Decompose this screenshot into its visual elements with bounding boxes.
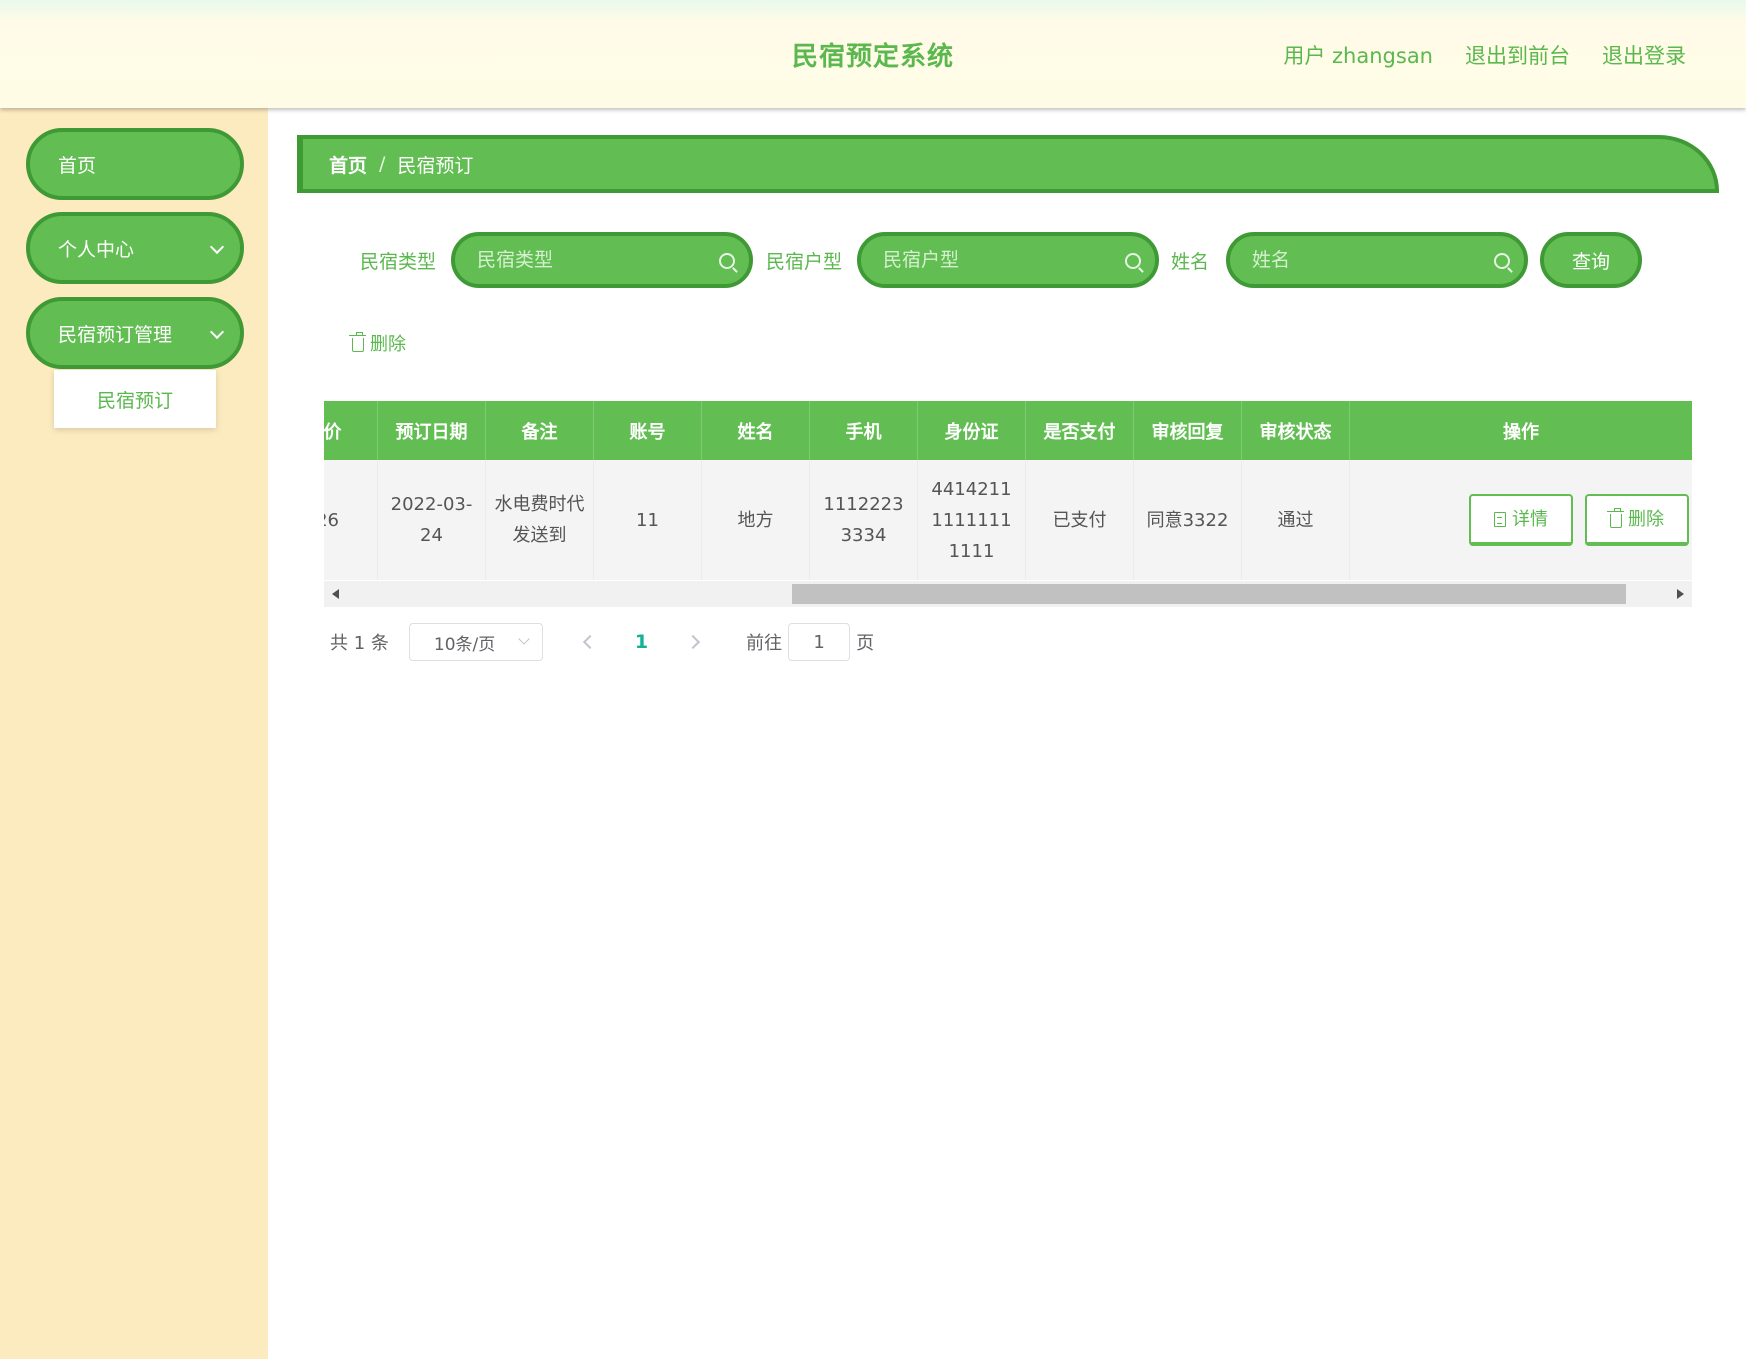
cell-id-card: 441421111111111111 <box>918 460 1026 580</box>
cell-reply: 同意3322 <box>1134 460 1242 580</box>
trash-icon <box>349 331 366 352</box>
column-header: 审核状态 <box>1242 401 1350 460</box>
cell-price: 26 <box>324 460 378 580</box>
logout-link[interactable]: 退出登录 <box>1602 40 1686 70</box>
cell-phone: 11122233334 <box>810 460 918 580</box>
horizontal-scrollbar[interactable] <box>324 581 1692 607</box>
type-search-field[interactable] <box>451 232 753 288</box>
page-size-value: 10条/页 <box>433 634 496 655</box>
breadcrumb-separator: / <box>379 153 386 175</box>
search-icon <box>719 253 735 269</box>
table-header: 总价 预订日期 备注 账号 姓名 手机 身份证 是否支付 审核回复 审核状态 操… <box>324 401 1692 460</box>
sidebar-item-label: 民宿预订管理 <box>58 323 173 346</box>
chevron-down-icon <box>209 239 225 255</box>
row-delete-label: 删除 <box>1628 508 1664 530</box>
header-links: 用户 zhangsan 退出到前台 退出登录 <box>1283 40 1686 70</box>
column-header: 姓名 <box>702 401 810 460</box>
cell-name: 地方 <box>702 460 810 580</box>
scroll-right-icon[interactable] <box>1677 589 1684 599</box>
trash-icon <box>1607 507 1624 528</box>
column-header: 备注 <box>486 401 594 460</box>
layout-input[interactable] <box>861 236 1155 284</box>
cell-date: 2022-03-24 <box>378 460 486 580</box>
sidebar-item-booking-management[interactable]: 民宿预订管理 <box>26 297 244 369</box>
name-label: 姓名 <box>1171 251 1210 273</box>
column-header: 身份证 <box>918 401 1026 460</box>
page-number[interactable]: 1 <box>635 631 648 653</box>
top-header: 民宿预定系统 用户 zhangsan 退出到前台 退出登录 <box>0 0 1746 108</box>
breadcrumb: 首页 / 民宿预订 <box>297 135 1719 193</box>
breadcrumb-home[interactable]: 首页 <box>329 151 367 178</box>
column-header: 账号 <box>594 401 702 460</box>
cell-actions: 详情 删除 <box>1350 460 1692 580</box>
goto-page-input[interactable] <box>788 623 851 661</box>
user-label[interactable]: 用户 zhangsan <box>1283 40 1433 70</box>
type-input[interactable] <box>455 236 749 284</box>
type-label: 民宿类型 <box>360 251 437 273</box>
detail-button-label: 详情 <box>1512 508 1548 530</box>
prev-page-icon[interactable] <box>582 634 597 650</box>
submenu-item-booking[interactable]: 民宿预订 <box>54 370 216 428</box>
column-header: 总价 <box>324 401 378 460</box>
booking-table: 总价 预订日期 备注 账号 姓名 手机 身份证 是否支付 审核回复 审核状态 操… <box>324 401 1692 607</box>
sidebar-item-home[interactable]: 首页 <box>26 128 244 200</box>
column-header: 操作 <box>1503 421 1539 443</box>
cell-paid: 已支付 <box>1026 460 1134 580</box>
pagination: 共 1 条 10条/页 1 前往 页 <box>330 623 874 661</box>
chevron-down-icon <box>209 324 225 340</box>
sidebar <box>0 108 268 1359</box>
page-suffix: 页 <box>856 633 875 654</box>
layout-label: 民宿户型 <box>766 251 843 273</box>
document-icon <box>1494 511 1506 527</box>
column-header: 是否支付 <box>1026 401 1134 460</box>
scroll-left-icon[interactable] <box>332 589 339 599</box>
name-search-field[interactable] <box>1226 232 1528 288</box>
back-to-frontend-link[interactable]: 退出到前台 <box>1465 40 1570 70</box>
cell-status: 通过 <box>1242 460 1350 580</box>
page-size-select[interactable]: 10条/页 <box>408 623 543 661</box>
name-input[interactable] <box>1230 236 1524 284</box>
detail-button[interactable]: 详情 <box>1469 494 1573 546</box>
bulk-delete-button[interactable]: 删除 <box>349 330 406 356</box>
cell-note: 水电费时代发送到 <box>486 460 594 580</box>
goto-label: 前往 <box>746 633 783 654</box>
scrollbar-thumb[interactable] <box>792 584 1626 604</box>
sidebar-item-label: 个人中心 <box>58 238 135 261</box>
search-icon <box>1494 253 1510 269</box>
next-page-icon[interactable] <box>686 634 701 650</box>
column-header: 手机 <box>810 401 918 460</box>
sidebar-item-label: 首页 <box>58 154 97 177</box>
chevron-down-icon <box>518 633 530 645</box>
table-row: 26 2022-03-24 水电费时代发送到 11 地方 11122233334… <box>324 460 1692 580</box>
column-header: 审核回复 <box>1134 401 1242 460</box>
row-delete-button[interactable]: 删除 <box>1585 494 1689 546</box>
search-icon <box>1125 253 1141 269</box>
breadcrumb-current: 民宿预订 <box>397 154 474 177</box>
layout-search-field[interactable] <box>857 232 1159 288</box>
column-header: 预订日期 <box>378 401 486 460</box>
total-count: 共 1 条 <box>330 633 389 654</box>
bulk-delete-label: 删除 <box>370 334 406 355</box>
cell-account: 11 <box>594 460 702 580</box>
sidebar-item-personal-center[interactable]: 个人中心 <box>26 212 244 284</box>
query-button[interactable]: 查询 <box>1540 232 1642 288</box>
